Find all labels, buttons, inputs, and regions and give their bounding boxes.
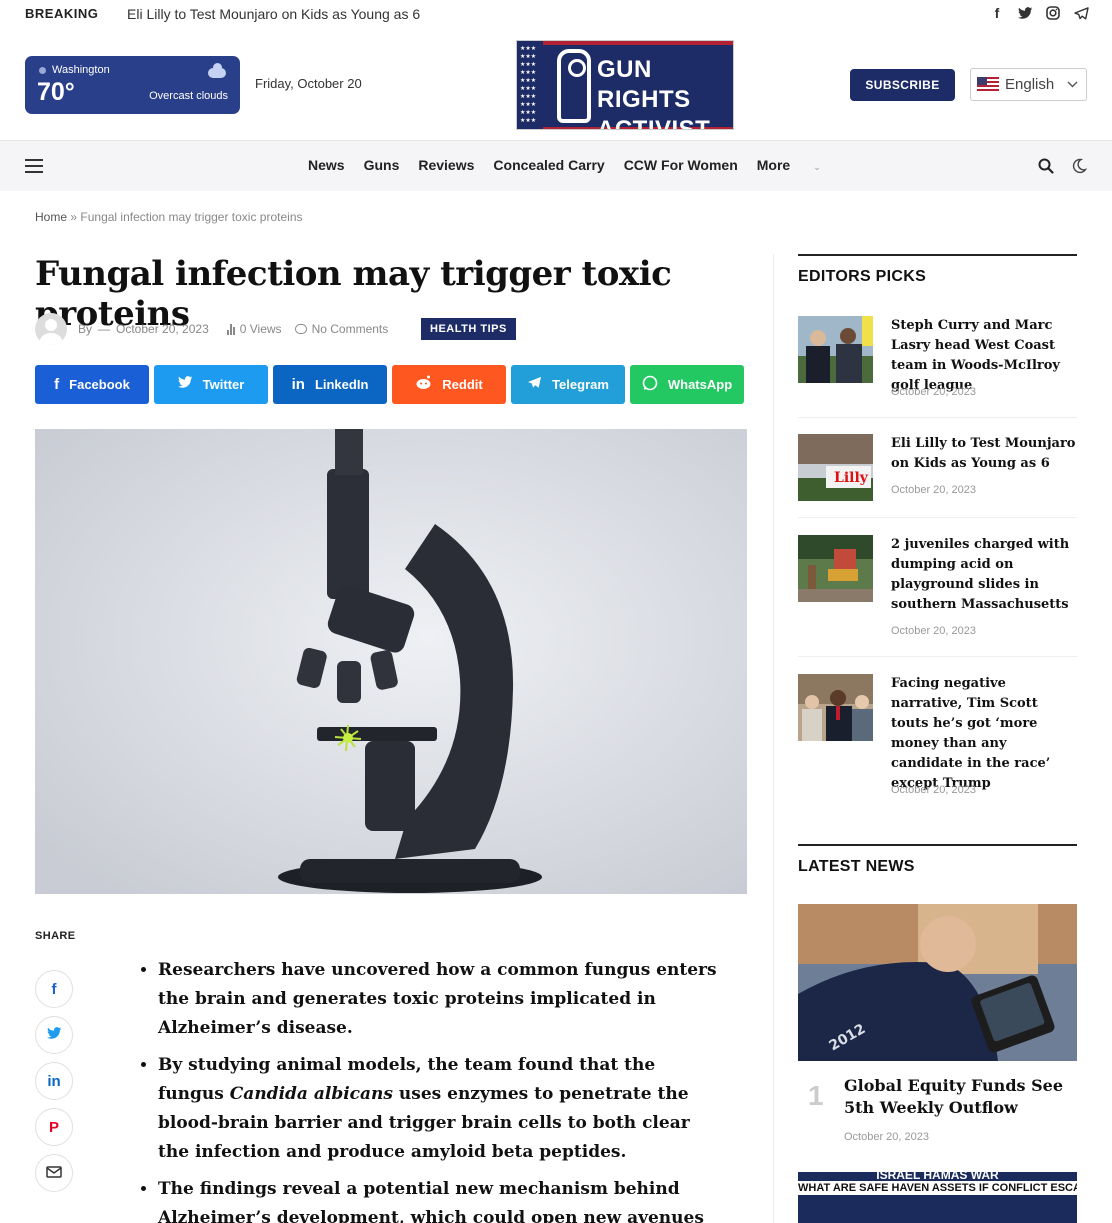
logo-badge-icon [557,49,591,123]
logo-flag: ★★★★★★★★★★★★★★★★★★★★★★★★★★★★★★ [517,41,543,129]
dark-mode-moon-icon[interactable] [1071,158,1088,174]
breaking-label: BREAKING [25,6,99,21]
share-side-facebook-button[interactable]: f [35,970,73,1008]
breaking-bar: BREAKING Eli Lilly to Test Mounjaro on K… [0,0,1112,28]
header-date: Friday, October 20 [255,76,362,91]
pick-title-link[interactable]: Facing negative narrative, Tim Scott tou… [891,674,1077,794]
pick-date: October 20, 2023 [891,625,977,637]
language-label: English [1005,76,1055,93]
share-facebook-button[interactable]: f Facebook [35,365,149,404]
top-social-links: f [988,4,1090,22]
share-side-label: SHARE [35,930,76,942]
author-avatar[interactable] [35,313,67,345]
breadcrumb-home-link[interactable]: Home [35,210,67,224]
share-linkedin-button[interactable]: in LinkedIn [273,365,387,404]
twitter-icon[interactable] [1016,4,1034,22]
svg-text:Lilly: Lilly [834,470,869,486]
pick-thumbnail[interactable] [798,674,873,741]
us-flag-icon [977,77,999,92]
main-nav: News Guns Reviews Concealed Carry CCW Fo… [0,140,1112,191]
latest-news-image-2[interactable]: ISRAEL HAMAS WAR WHAT ARE SAFE HAVEN ASS… [798,1172,1077,1223]
article-hero-image [35,429,747,894]
pick-thumbnail[interactable] [798,316,873,383]
whatsapp-icon [642,375,658,395]
latest-rank-number: 1 [808,1080,824,1111]
breaking-headline-link[interactable]: Eli Lilly to Test Mounjaro on Kids as Yo… [127,6,420,22]
facebook-icon: f [51,980,57,998]
latest-date: October 20, 2023 [844,1131,930,1143]
language-selector[interactable]: English [970,68,1087,101]
comments-link[interactable]: No Comments [294,322,388,336]
article-views: 0 Views [226,322,282,336]
views-bars-icon [226,323,235,335]
pick-date: October 20, 2023 [891,484,977,496]
sidebar-divider [773,254,774,1223]
article-date: October 20, 2023 [116,322,209,336]
share-twitter-button[interactable]: Twitter [154,365,268,404]
site-logo[interactable]: ★★★★★★★★★★★★★★★★★★★★★★★★★★★★★★ GUN RIGHT… [516,40,734,130]
instagram-icon[interactable] [1044,4,1062,22]
reddit-icon [415,375,432,394]
share-side-pinterest-button[interactable]: P [35,1108,73,1146]
list-item: By studying animal models, the team foun… [158,1051,725,1167]
latest-news-heading: LATEST NEWS [798,844,1077,876]
editors-picks-heading: EDITORS PICKS [798,254,1077,286]
nav-item-concealed-carry[interactable]: Concealed Carry [493,157,604,173]
weather-widget: Washington 70° Overcast clouds [25,56,240,114]
pick-title-link[interactable]: 2 juveniles charged with dumping acid on… [891,535,1077,615]
share-side-buttons: f in P [35,970,73,1200]
weather-location: Washington [39,64,110,76]
twitter-icon [177,376,193,393]
search-icon[interactable] [1038,158,1054,174]
chevron-down-icon: ⌄ [813,162,821,172]
twitter-icon [46,1026,62,1044]
article-meta: By — October 20, 2023 0 Views No Comment… [35,313,388,345]
list-item: The findings reveal a potential new mech… [158,1175,725,1223]
latest-news-image[interactable]: 2012 [798,904,1077,1061]
subscribe-button[interactable]: SUBSCRIBE [850,69,955,101]
nav-item-more[interactable]: More ⌄ [757,157,840,173]
latest-title-link[interactable]: Global Equity Funds See 5th Weekly Outfl… [844,1075,1074,1119]
share-side-twitter-button[interactable] [35,1016,73,1054]
nav-item-news[interactable]: News [308,157,345,173]
pick-date: October 20, 2023 [891,784,977,796]
weather-condition: Overcast clouds [149,90,228,102]
list-item: Researchers have uncovered how a common … [158,956,725,1043]
cloud-icon [208,63,226,78]
share-side-email-button[interactable] [35,1154,73,1192]
share-side-linkedin-button[interactable]: in [35,1062,73,1100]
pick-title-link[interactable]: Eli Lilly to Test Mounjaro on Kids as Yo… [891,434,1077,474]
share-whatsapp-button[interactable]: WhatsApp [630,365,744,404]
pick-thumbnail[interactable] [798,535,873,602]
facebook-icon[interactable]: f [988,4,1006,22]
by-label: By [78,322,93,336]
share-telegram-button[interactable]: Telegram [511,365,625,404]
nav-item-guns[interactable]: Guns [364,157,400,173]
hamburger-menu-icon[interactable] [25,159,43,173]
linkedin-icon: in [291,376,305,393]
article-key-points: Researchers have uncovered how a common … [135,956,725,1223]
telegram-icon[interactable] [1072,4,1090,22]
share-buttons-row: f Facebook Twitter in LinkedIn Reddit Tele… [35,365,744,404]
logo-text: GUN RIGHTS ACTIVIST [597,56,711,130]
envelope-icon [46,1165,62,1182]
telegram-icon [527,376,542,393]
category-badge[interactable]: HEALTH TIPS [421,318,516,340]
linkedin-icon: in [47,1072,61,1090]
share-reddit-button[interactable]: Reddit [392,365,506,404]
microscope-illustration [35,429,747,894]
breadcrumb: Home » Fungal infection may trigger toxi… [35,210,303,224]
breadcrumb-current: Fungal infection may trigger toxic prote… [80,210,303,224]
pick-date: October 20, 2023 [891,386,977,398]
chevron-down-icon [1067,79,1078,91]
nav-item-reviews[interactable]: Reviews [418,157,474,173]
pick-thumbnail[interactable]: Lilly [798,434,873,501]
facebook-icon: f [54,376,60,393]
pinterest-icon: P [48,1118,59,1136]
location-pin-icon [39,66,46,74]
nav-item-ccw-for-women[interactable]: CCW For Women [624,157,738,173]
weather-temperature: 70° [37,78,75,106]
pick-title-link[interactable]: Steph Curry and Marc Lasry head West Coa… [891,316,1077,396]
comment-bubble-icon [294,324,307,334]
